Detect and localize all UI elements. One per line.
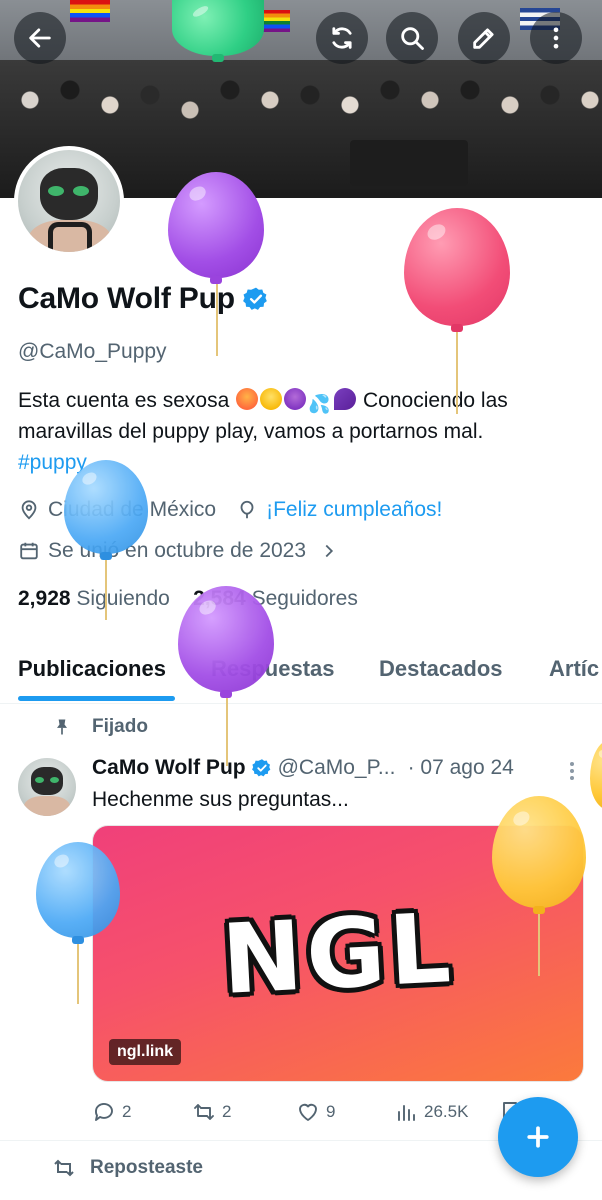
bio-text: Esta cuenta es sexosa (18, 389, 230, 412)
tab-publicaciones[interactable]: Publicaciones (18, 656, 166, 682)
profile-avatar[interactable] (14, 146, 124, 256)
tweet-author-handle[interactable]: @CaMo_P... (278, 756, 396, 780)
refresh-icon (332, 27, 352, 49)
smirk-emoji-icon (260, 388, 283, 410)
repost-icon (54, 1159, 74, 1177)
devil-emoji-icon (284, 388, 307, 410)
search-icon (401, 27, 424, 50)
card-domain: ngl.link (109, 1039, 181, 1065)
compose-button[interactable] (498, 1097, 578, 1177)
balloon-blue (64, 460, 148, 620)
arrow-left-icon (29, 28, 51, 48)
balloon-purple-2 (178, 586, 274, 766)
pride-flag (70, 0, 110, 22)
location-pin-icon (21, 500, 37, 520)
card-logo-text: NGL (219, 891, 457, 1016)
tab-destacados[interactable]: Destacados (379, 656, 503, 682)
eggplant-emoji-icon (334, 388, 357, 410)
more-vertical-icon (553, 27, 559, 49)
balloon-yellow (492, 796, 586, 980)
chevron-right-icon[interactable] (318, 540, 340, 562)
refresh-button[interactable] (316, 12, 368, 64)
balloon-blue-2 (36, 842, 120, 1004)
repost-count: 2 (222, 1102, 232, 1121)
heart-icon (299, 1103, 317, 1121)
balloon-icon (240, 500, 254, 519)
hot-face-emoji-icon (236, 388, 259, 410)
tweet-more-icon[interactable] (564, 760, 580, 782)
like-count: 9 (326, 1102, 336, 1121)
views-chart-icon (398, 1105, 415, 1121)
balloon-green (172, 0, 264, 70)
pinned-indicator: Fijado (52, 716, 148, 738)
search-button[interactable] (386, 12, 438, 64)
banner-sign (350, 140, 468, 186)
balloon-yellow-edge (590, 740, 602, 810)
repost-indicator: Reposteaste (52, 1156, 203, 1180)
tab-articulos[interactable]: Artíc (549, 656, 599, 682)
active-tab-indicator (18, 696, 175, 701)
balloon-purple (168, 172, 266, 356)
reply-count: 2 (122, 1102, 132, 1121)
edit-button[interactable] (458, 12, 510, 64)
repost-label: Reposteaste (90, 1157, 203, 1178)
reply-icon (95, 1103, 113, 1121)
tweet-avatar[interactable] (18, 758, 76, 816)
pup-mask (40, 168, 98, 220)
plus-icon (527, 1126, 549, 1148)
profile-handle: @CaMo_Puppy (18, 340, 167, 363)
sweat-droplets-emoji-icon (308, 388, 332, 410)
repost-button[interactable]: 2 (192, 1100, 231, 1124)
following-count: 2,928 (18, 587, 71, 610)
edit-icon (473, 28, 494, 49)
pinned-label: Fijado (92, 716, 148, 737)
birthday-link[interactable]: ¡Feliz cumpleaños! (266, 498, 442, 522)
back-button[interactable] (14, 12, 66, 64)
tweet-header: CaMo Wolf Pup @CaMo_P... · 07 ago 24 (92, 756, 514, 780)
balloon-pink (404, 208, 510, 414)
like-button[interactable]: 9 (296, 1100, 335, 1124)
more-button[interactable] (530, 12, 582, 64)
view-count: 26.5K (424, 1102, 469, 1121)
reply-button[interactable]: 2 (92, 1100, 131, 1124)
calendar-icon (20, 542, 38, 560)
pin-icon (57, 719, 67, 735)
tweet-date[interactable]: · 07 ago 24 (408, 756, 514, 780)
repost-icon (194, 1104, 214, 1120)
tweet-text: Hechenme sus preguntas... (92, 788, 349, 811)
views-button[interactable]: 26.5K (394, 1100, 468, 1124)
